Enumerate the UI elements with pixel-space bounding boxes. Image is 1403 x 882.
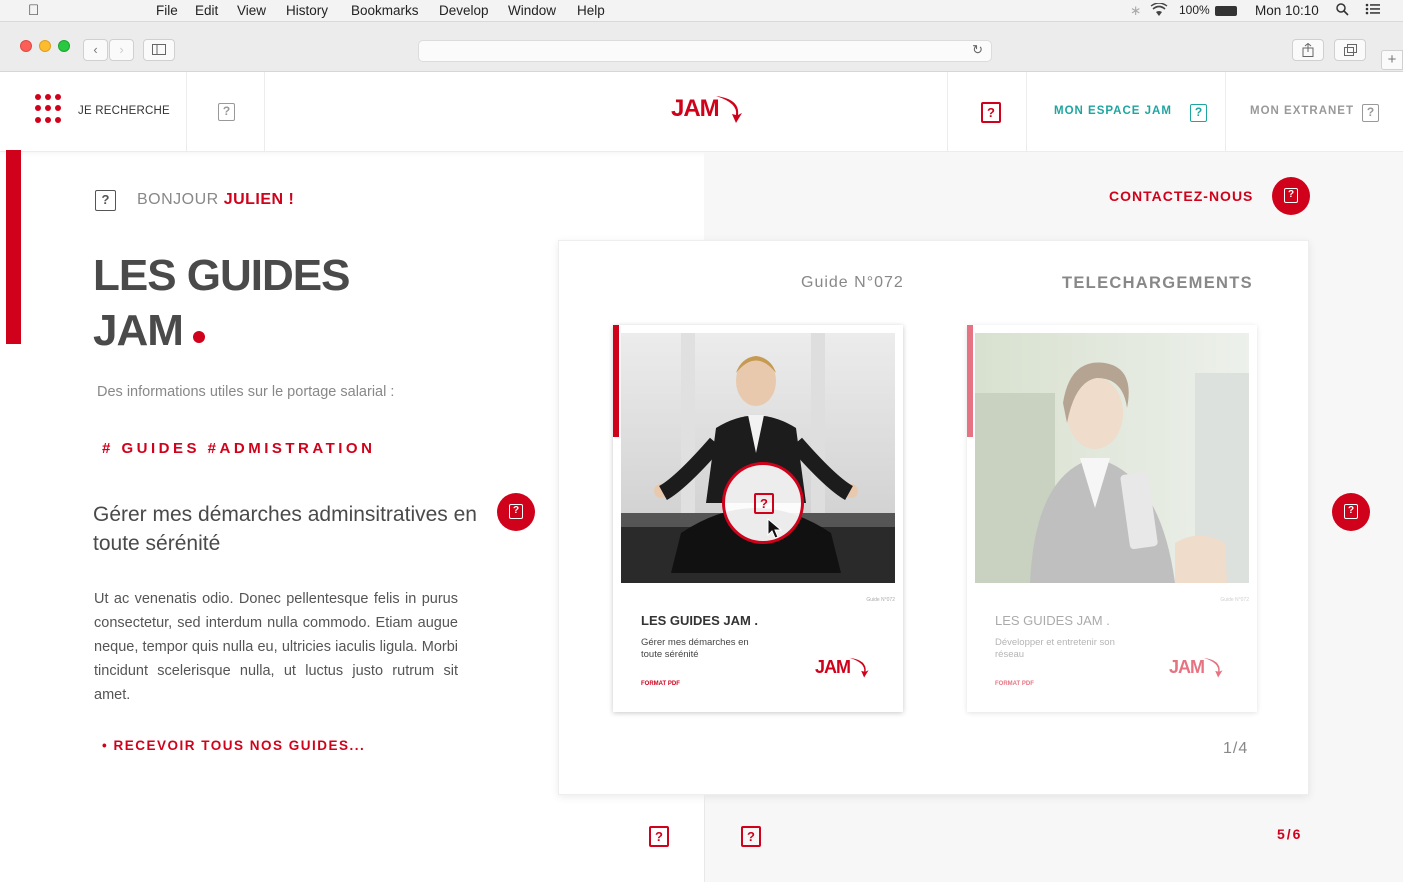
guide-1-photo [621,333,895,583]
extranet-icon[interactable]: ? [1362,104,1379,122]
page-title: LES GUIDES JAM [93,248,350,358]
search-label[interactable]: JE RECHERCHE [78,105,170,117]
notification-center-icon[interactable] [1365,3,1381,18]
site-header: JE RECHERCHE ? JAM ? MON ESPACE JAM ? MO… [0,72,1403,152]
greeting-prefix: BONJOUR [137,191,219,208]
zoom-window-button[interactable] [58,40,70,52]
notifications-icon[interactable]: ? [981,102,1001,123]
booklet-logo-swoosh-icon [1203,657,1223,678]
back-button[interactable]: ‹ [83,39,108,61]
new-tab-button[interactable]: + [1381,50,1403,70]
red-accent-bar [6,150,21,344]
carousel-next-button[interactable]: ? [1332,493,1370,531]
menu-help[interactable]: Help [577,3,605,18]
sidebar-toggle-button[interactable] [143,39,175,61]
booklet-logo-swoosh-icon [849,657,869,678]
mouse-cursor-icon [767,518,783,539]
espace-icon[interactable]: ? [1190,104,1207,122]
search-icon[interactable]: ? [218,103,235,121]
menu-history[interactable]: History [286,3,328,18]
menu-develop[interactable]: Develop [439,3,489,18]
section-subtitle: Gérer mes démarches adminsitratives en t… [93,503,477,555]
menu-bookmarks[interactable]: Bookmarks [351,3,419,18]
menu-file[interactable]: File [156,3,178,18]
bottom-divider [704,795,705,882]
booklet-format: FORMAT PDF [641,681,680,687]
booklet-format: FORMAT PDF [995,681,1034,687]
system-menubar:  File Edit View History Bookmarks Devel… [0,0,1403,22]
tabs-overview-button[interactable] [1334,39,1366,61]
arrow-right-icon: ? [1344,504,1358,519]
jam-logo[interactable]: JAM [671,95,720,123]
browser-toolbar: ‹ › ↻ + [0,22,1403,72]
minimize-window-button[interactable] [39,40,51,52]
close-window-button[interactable] [20,40,32,52]
preview-button[interactable]: ? [722,462,804,544]
page-title-line1: LES GUIDES [93,251,350,300]
booklet-subtitle: Gérer mes démarches en toute sérénité [641,637,749,660]
battery-percent: 100% [1179,3,1210,17]
apple-icon[interactable]:  [28,2,39,19]
greeting: BONJOUR JULIEN ! [137,191,294,209]
contact-link[interactable]: CONTACTEZ-NOUS [1109,188,1253,204]
booklet-subtitle: Développer et entretenir son réseau [995,637,1115,660]
contact-button[interactable]: ? [1272,177,1310,215]
user-icon: ? [95,190,116,211]
booklet-logo: JAM [1169,657,1205,677]
booklet-guide-number: Guide N°072 [866,597,895,603]
battery-icon[interactable] [1215,6,1237,16]
booklet-title: LES GUIDES JAM . [641,613,759,628]
spotlight-icon[interactable] [1336,3,1349,19]
section-pager: 5/6 [1277,826,1303,842]
mon-extranet-link[interactable]: MON EXTRANET [1250,105,1354,117]
arrow-left-icon: ? [509,504,523,519]
contact-icon: ? [1284,188,1298,203]
menu-window[interactable]: Window [508,3,556,18]
mon-espace-link[interactable]: MON ESPACE JAM [1054,105,1172,117]
greeting-name: JULIEN ! [223,191,295,208]
title-dot-icon [192,331,205,343]
guide-2-photo [975,333,1249,583]
body-text: Ut ac venenatis odio. Donec pellentesque… [94,591,458,703]
booklet-logo: JAM [815,657,851,677]
menu-dots-icon[interactable] [35,94,65,124]
forward-button[interactable]: › [109,39,134,61]
downloads-heading[interactable]: TELECHARGEMENTS [1062,274,1253,293]
prev-section-icon[interactable]: ? [649,826,669,847]
next-section-icon[interactable]: ? [741,826,761,847]
booklet-guide-number: Guide N°072 [1220,597,1249,603]
menu-edit[interactable]: Edit [195,3,218,18]
wifi-icon[interactable] [1150,2,1168,20]
booklet-accent [967,325,973,437]
menu-view[interactable]: View [237,3,266,18]
address-bar[interactable]: ↻ [418,40,992,62]
guide-number: Guide N°072 [801,274,904,291]
tags[interactable]: # GUIDES #ADMISTRATION [102,440,375,457]
booklet-accent [613,325,619,437]
guide-booklet-2[interactable]: Guide N°072 LES GUIDES JAM . Développer … [967,325,1257,712]
reload-icon[interactable]: ↻ [972,42,983,58]
page-title-line2: JAM [93,306,184,355]
preview-icon: ? [754,493,774,514]
bluetooth-icon[interactable]: ∗ [1130,3,1141,19]
carousel-page-indicator: 1/4 [1223,740,1249,757]
carousel-prev-button[interactable]: ? [497,493,535,531]
share-button[interactable] [1292,39,1324,61]
receive-guides-link[interactable]: • RECEVOIR TOUS NOS GUIDES... [102,738,365,753]
clock[interactable]: Mon 10:10 [1255,3,1319,18]
jam-logo-swoosh-icon [716,96,742,123]
intro-text: Des informations utiles sur le portage s… [97,384,395,400]
booklet-title: LES GUIDES JAM . [995,613,1110,628]
